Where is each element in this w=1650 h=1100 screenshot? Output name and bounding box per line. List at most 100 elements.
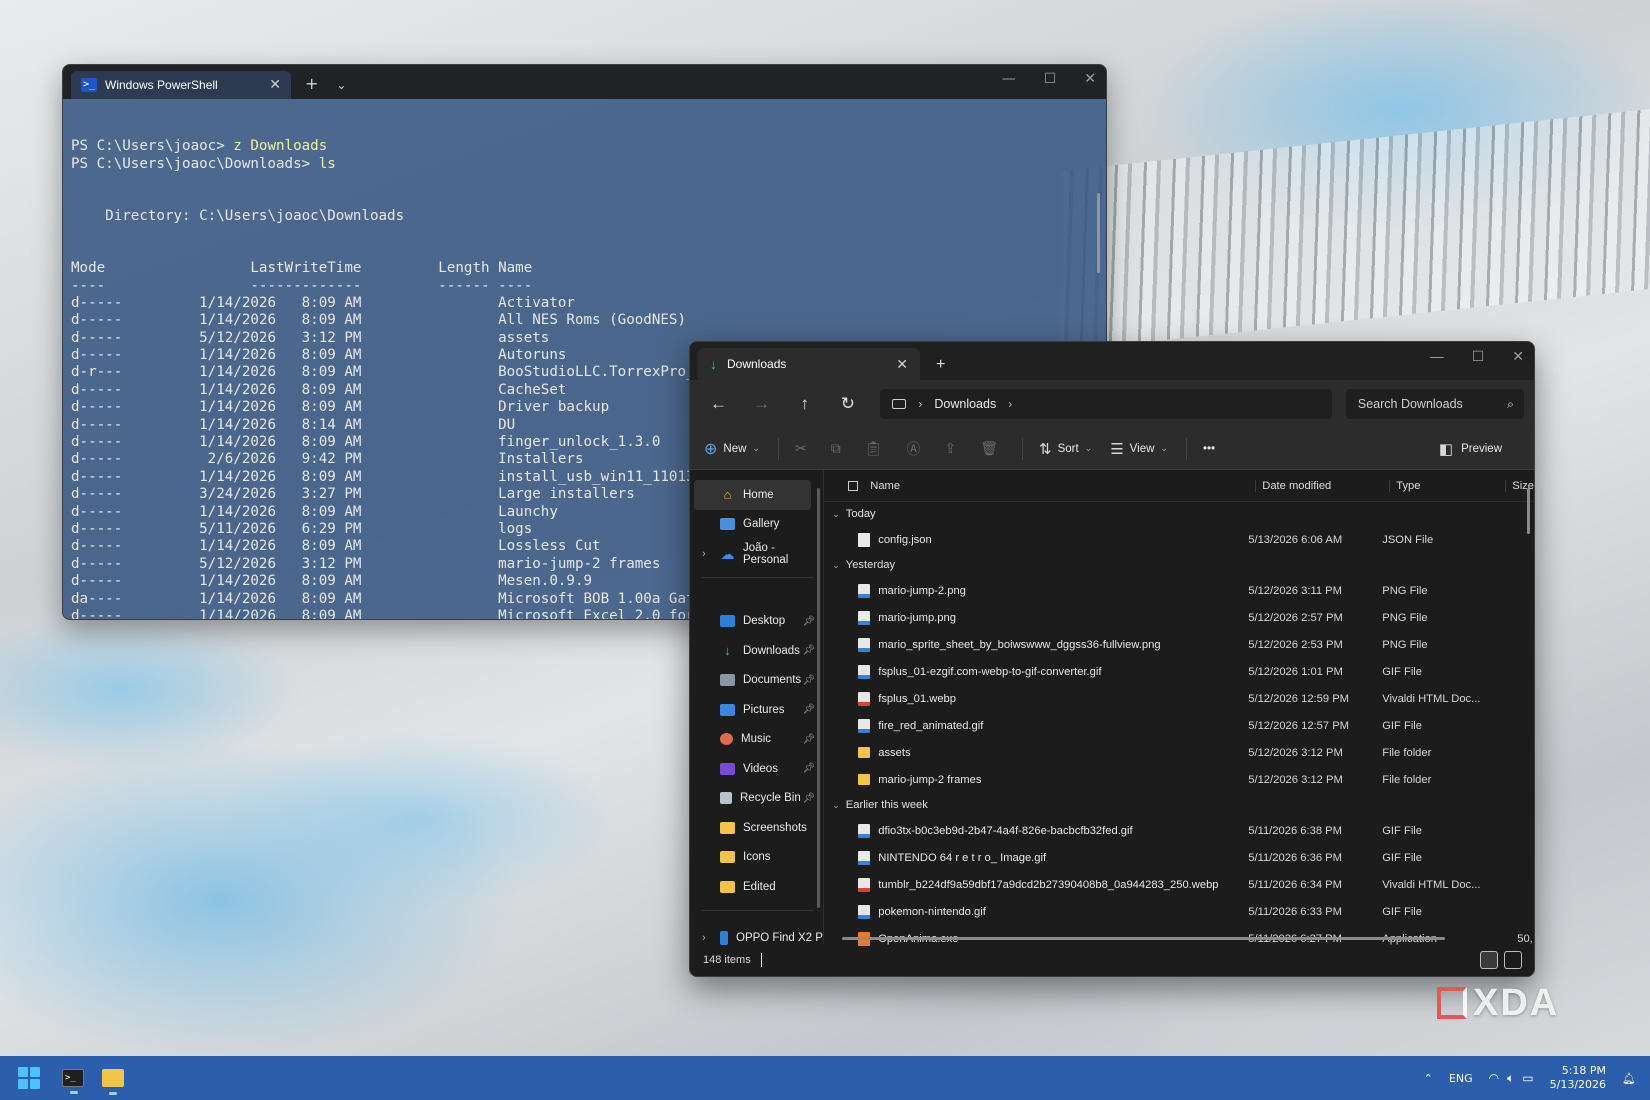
explorer-titlebar[interactable]: ↓ Downloads ✕ + — ☐ ✕ xyxy=(690,342,1534,380)
file-row[interactable]: mario-jump-2.png 5/12/2026 3:11 PM PNG Fil… xyxy=(824,577,1534,604)
sidebar-item-documents[interactable]: Documents 📌︎ xyxy=(690,666,823,696)
preview-button[interactable]: ◧ Preview xyxy=(1439,440,1502,458)
close-tab-icon[interactable]: ✕ xyxy=(269,77,281,93)
select-all-checkbox[interactable] xyxy=(848,480,859,491)
details-view-button[interactable] xyxy=(1480,951,1498,969)
minimize-button[interactable]: — xyxy=(1430,348,1444,365)
forward-button[interactable]: → xyxy=(743,394,780,414)
sidebar-item-home[interactable]: ⌂ Home xyxy=(694,480,812,510)
collapse-chevron-icon[interactable]: ⌄ xyxy=(832,560,840,571)
new-tab-button[interactable]: + xyxy=(936,356,945,374)
file-row[interactable]: NINTENDO 64 r e t r o_ Image.gif 5/11/202… xyxy=(824,844,1534,871)
file-row[interactable]: dfio3tx-b0c3eb9d-2b47-4a4f-826e-bacbcfb3… xyxy=(824,817,1534,844)
group-header[interactable]: ⌄ Today xyxy=(824,502,1534,526)
file-list[interactable]: Name Date modified Type Size ⌄ Today confi… xyxy=(824,470,1534,946)
xda-logo-icon xyxy=(1437,987,1467,1019)
file-row[interactable]: fsplus_01-ezgif.com-webp-to-gif-converte… xyxy=(824,658,1534,685)
maximize-button[interactable]: ☐ xyxy=(1472,348,1485,365)
collapse-chevron-icon[interactable]: ⌄ xyxy=(832,800,840,811)
explorer-tab[interactable]: ↓ Downloads ✕ xyxy=(698,348,920,380)
file-row[interactable]: mario-jump.png 5/12/2026 2:57 PM PNG File xyxy=(824,604,1534,631)
file-row[interactable]: mario-jump-2 frames 5/12/2026 3:12 PM File… xyxy=(824,766,1534,793)
list-scrollbar-vertical[interactable] xyxy=(1527,488,1530,534)
up-button[interactable]: ↑ xyxy=(786,394,823,414)
sidebar-item-screenshots[interactable]: Screenshots xyxy=(690,813,823,843)
paste-icon[interactable]: 📋︎ xyxy=(865,440,883,457)
chevron-right-icon[interactable]: › xyxy=(918,397,922,411)
address-bar[interactable]: › Downloads › xyxy=(880,389,1332,419)
file-row[interactable]: assets 5/12/2026 3:12 PM File folder xyxy=(824,739,1534,766)
terminal-tab[interactable]: >_ Windows PowerShell ✕ xyxy=(71,71,291,99)
file-row[interactable]: fsplus_01.webp 5/12/2026 12:59 PM Vivaldi … xyxy=(824,685,1534,712)
quick-settings[interactable]: ◠ 🔈︎ ▭ xyxy=(1489,1071,1534,1086)
close-tab-icon[interactable]: ✕ xyxy=(896,356,908,373)
battery-icon: ▭ xyxy=(1522,1070,1534,1085)
maximize-button[interactable]: ☐ xyxy=(1044,71,1057,87)
file-row[interactable]: mario_sprite_sheet_by_boiwswww_dggss36-f… xyxy=(824,631,1534,658)
column-name[interactable]: Name xyxy=(870,480,1255,492)
search-input[interactable]: Search Downloads xyxy=(1358,397,1463,411)
delete-icon[interactable]: 🗑︎ xyxy=(980,440,998,457)
image-file-icon xyxy=(858,718,871,733)
terminal-scrollbar[interactable] xyxy=(1097,193,1100,273)
group-header[interactable]: ⌄ Earlier this week xyxy=(824,793,1534,817)
sidebar-item-edited[interactable]: Edited xyxy=(690,872,823,902)
file-row[interactable]: fire_red_animated.gif 5/12/2026 12:57 PM G… xyxy=(824,712,1534,739)
expand-chevron-icon[interactable]: › xyxy=(702,548,706,560)
rename-icon[interactable]: Ⓐ xyxy=(906,439,920,459)
column-date-modified[interactable]: Date modified xyxy=(1255,479,1389,492)
close-button[interactable]: ✕ xyxy=(1512,348,1524,365)
tiles-view-button[interactable] xyxy=(1504,951,1522,969)
sidebar-item-icons[interactable]: Icons xyxy=(690,843,823,873)
sidebar-item-music[interactable]: Music 📌︎ xyxy=(690,725,823,755)
back-button[interactable]: ← xyxy=(700,394,737,414)
copy-icon[interactable]: ⧉ xyxy=(831,440,841,457)
sort-button[interactable]: ⇅ Sort ⌄ xyxy=(1039,440,1092,458)
expand-chevron-icon[interactable]: › xyxy=(702,932,706,944)
language-indicator[interactable]: ENG xyxy=(1449,1072,1473,1085)
more-options-button[interactable]: ••• xyxy=(1203,443,1215,455)
this-pc-icon[interactable] xyxy=(892,399,907,409)
file-date: 5/12/2026 3:12 PM xyxy=(1248,746,1343,759)
sidebar-item-downloads[interactable]: ↓ Downloads 📌︎ xyxy=(690,636,823,666)
file-name: fire_red_animated.gif xyxy=(878,719,984,732)
file-row[interactable]: config.json 5/13/2026 6:06 AM JSON File xyxy=(824,526,1534,553)
column-type[interactable]: Type xyxy=(1389,479,1505,492)
sidebar-item-videos[interactable]: Videos 📌︎ xyxy=(690,754,823,784)
group-header[interactable]: ⌄ Yesterday xyxy=(824,553,1534,577)
file-name: mario-jump-2.png xyxy=(878,584,966,597)
sidebar-item-desktop[interactable]: Desktop 📌︎ xyxy=(690,607,823,637)
sidebar-item-jo-o-personal[interactable]: › ☁ João - Personal xyxy=(690,539,823,569)
sidebar-item-gallery[interactable]: Gallery xyxy=(690,510,823,540)
clock[interactable]: 5:18 PM 5/13/2026 xyxy=(1550,1064,1606,1092)
navigation-pane[interactable]: ⌂ Home Gallery › ☁ João - Personal Desktop 📌︎ ↓ D… xyxy=(690,470,825,946)
show-hidden-icons-chevron-icon[interactable]: ⌃ xyxy=(1424,1072,1433,1085)
new-button[interactable]: ⊕ New ⌄ xyxy=(704,439,760,459)
minimize-button[interactable]: — xyxy=(1002,71,1016,87)
refresh-button[interactable]: ↻ xyxy=(829,394,866,414)
chevron-down-icon[interactable]: ⌄ xyxy=(336,78,346,92)
search-box[interactable]: Search Downloads ⌕ xyxy=(1345,389,1525,419)
image-file-icon xyxy=(858,850,871,865)
file-row[interactable]: pokemon-nintendo.gif 5/11/2026 6:33 PM GIF… xyxy=(824,898,1534,925)
sidebar-item-pictures[interactable]: Pictures 📌︎ xyxy=(690,695,823,725)
notification-bell-icon[interactable]: 🔔︎ xyxy=(1622,1072,1636,1085)
start-button[interactable] xyxy=(18,1067,40,1089)
terminal-taskbar-icon[interactable]: >_ xyxy=(62,1069,84,1094)
close-button[interactable]: ✕ xyxy=(1084,71,1096,87)
cut-icon[interactable]: ✂ xyxy=(795,440,807,457)
list-scrollbar-horizontal[interactable] xyxy=(842,937,1446,940)
file-explorer-window[interactable]: ↓ Downloads ✕ + — ☐ ✕ ← → ↑ ↻ › Download… xyxy=(689,341,1535,977)
sidebar-item-recycle-bin[interactable]: Recycle Bin 📌︎ xyxy=(690,784,823,814)
new-tab-button[interactable]: + xyxy=(305,74,318,93)
chevron-right-icon[interactable]: › xyxy=(1008,397,1012,411)
file-explorer-taskbar-icon[interactable] xyxy=(102,1069,124,1095)
view-button[interactable]: ☰ View ⌄ xyxy=(1110,440,1168,458)
collapse-chevron-icon[interactable]: ⌄ xyxy=(832,509,840,520)
breadcrumb[interactable]: Downloads xyxy=(934,397,996,411)
terminal-titlebar[interactable]: >_ Windows PowerShell ✕ + ⌄ — ☐ ✕ xyxy=(63,65,1106,99)
share-icon[interactable]: ⇪ xyxy=(944,440,956,457)
file-row[interactable]: tumblr_b224df9a59dbf17a9dcd2b27390408b8_… xyxy=(824,871,1534,898)
cloud-icon: ☁ xyxy=(720,545,735,562)
